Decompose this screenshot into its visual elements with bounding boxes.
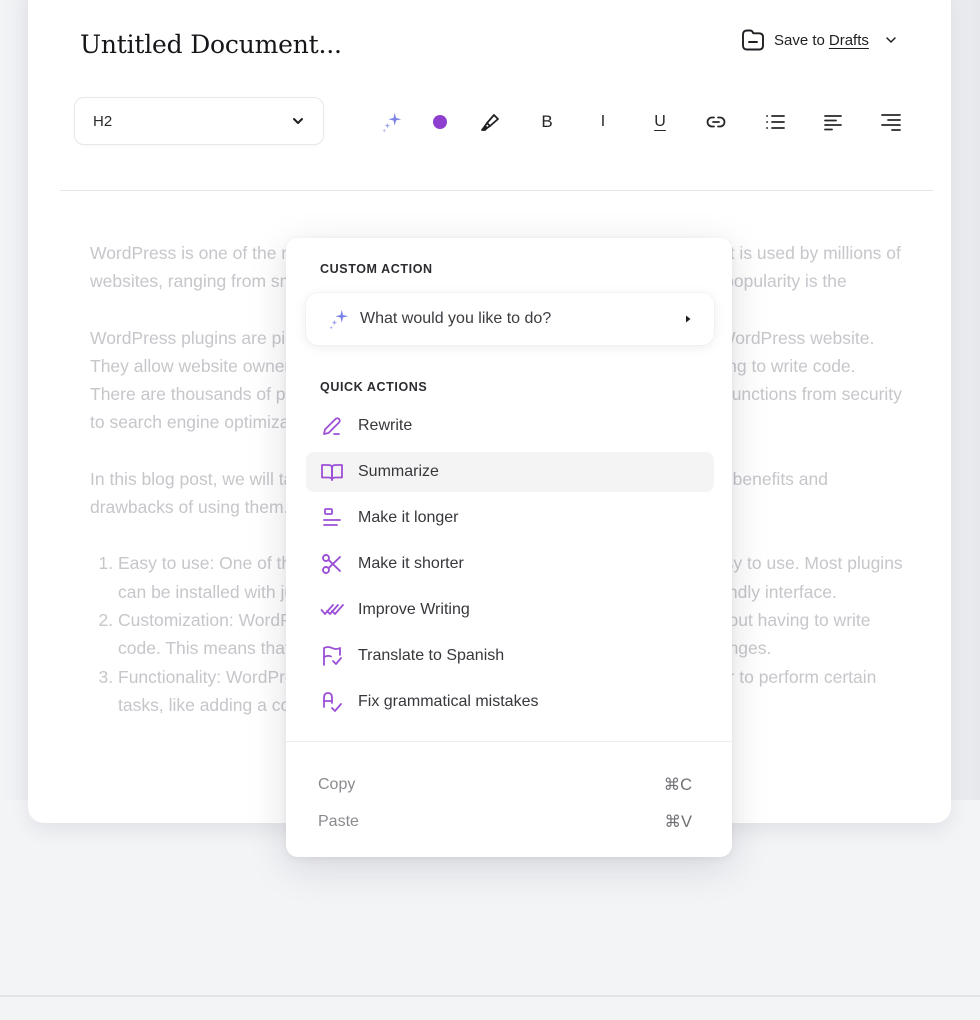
quick-action-label: Improve Writing	[358, 601, 470, 618]
custom-action-placeholder: What would you like to do?	[360, 310, 552, 327]
quick-action-rewrite[interactable]: Rewrite	[306, 406, 714, 446]
custom-action-heading: CUSTOM ACTION	[320, 262, 433, 276]
bullet-list-button[interactable]	[761, 108, 789, 136]
double-check-icon	[320, 604, 344, 615]
quick-action-summarize[interactable]: Summarize	[306, 452, 714, 492]
save-to-drafts-button[interactable]: Save to Drafts	[740, 27, 897, 53]
quick-action-make-shorter[interactable]: Make it shorter	[306, 544, 714, 584]
align-left-icon	[824, 115, 842, 131]
translate-flag-icon	[323, 646, 342, 666]
book-open-icon	[321, 464, 343, 481]
quick-action-label: Rewrite	[358, 417, 413, 434]
quick-action-make-longer[interactable]: Make it longer	[306, 498, 714, 538]
quick-action-label: Make it shorter	[358, 555, 464, 572]
ai-assist-button[interactable]	[378, 108, 406, 136]
text-color-button[interactable]	[426, 108, 454, 136]
sparkle-icon	[382, 112, 402, 133]
custom-action-input[interactable]: What would you like to do?	[306, 293, 714, 345]
underline-button[interactable]: U	[646, 108, 674, 136]
italic-button[interactable]: I	[589, 108, 617, 136]
quick-action-label: Translate to Spanish	[358, 647, 505, 664]
bold-button[interactable]: B	[533, 108, 561, 136]
menu-divider	[286, 741, 732, 742]
link-button[interactable]	[702, 108, 730, 136]
quick-action-label: Summarize	[358, 463, 439, 480]
quick-action-improve-writing[interactable]: Improve Writing	[306, 590, 714, 630]
quick-actions-heading: QUICK ACTIONS	[320, 380, 428, 394]
paste-menu-item[interactable]: Paste ⌘V	[318, 807, 692, 837]
quick-action-fix-grammar[interactable]: Fix grammatical mistakes	[306, 682, 714, 722]
quick-action-label: Fix grammatical mistakes	[358, 693, 539, 710]
bullet-list-icon	[766, 115, 785, 129]
background-left	[0, 0, 28, 800]
spell-check-icon	[323, 692, 342, 712]
chevron-down-icon	[293, 118, 303, 124]
caret-right-icon[interactable]	[684, 315, 692, 323]
drafts-link[interactable]: Drafts	[829, 32, 869, 49]
scissors-icon	[322, 554, 341, 574]
copy-menu-item[interactable]: Copy ⌘C	[318, 770, 692, 800]
highlighter-button[interactable]	[476, 108, 504, 136]
copy-shortcut: ⌘C	[663, 776, 692, 794]
sparkle-icon	[329, 309, 349, 330]
link-icon	[706, 116, 726, 128]
toolbar-divider	[60, 190, 933, 191]
text-expand-icon	[323, 508, 341, 526]
ai-context-menu: CUSTOM ACTION What would you like to do?…	[286, 238, 732, 857]
align-left-button[interactable]	[819, 108, 847, 136]
align-right-button[interactable]	[877, 108, 905, 136]
heading-style-select[interactable]: H2	[74, 97, 324, 145]
chevron-down-icon[interactable]	[885, 34, 897, 46]
quick-action-label: Make it longer	[358, 509, 459, 526]
document-title[interactable]: Untitled Document...	[80, 30, 342, 59]
paste-label: Paste	[318, 813, 359, 830]
quick-action-translate[interactable]: Translate to Spanish	[306, 636, 714, 676]
heading-style-value: H2	[93, 112, 113, 130]
copy-label: Copy	[318, 776, 356, 793]
align-right-icon	[881, 114, 901, 131]
pencil-icon	[323, 417, 341, 435]
background-right	[950, 0, 980, 800]
highlighter-icon	[481, 114, 499, 131]
folder-icon	[742, 29, 764, 51]
save-to-label: Save to	[774, 31, 825, 49]
color-dot-icon	[433, 115, 447, 129]
bottom-divider	[0, 995, 980, 997]
paste-shortcut: ⌘V	[664, 813, 692, 831]
